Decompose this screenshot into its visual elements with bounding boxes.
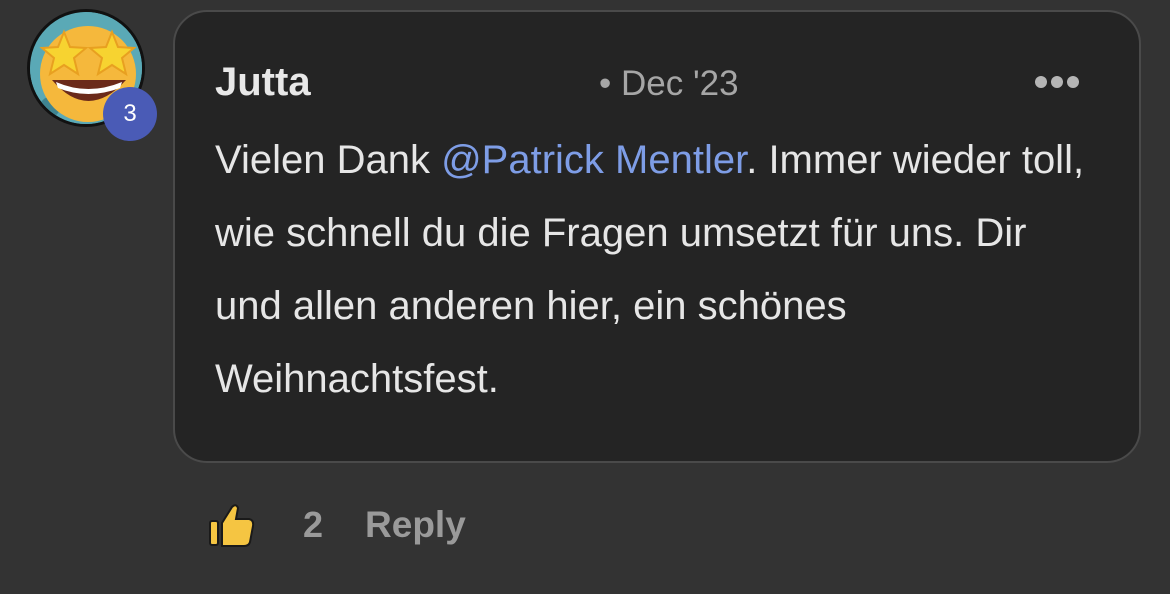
comment-text: Vielen Dank @Patrick Mentler. Immer wied… xyxy=(215,124,1095,416)
comment-date[interactable]: • Dec '23 xyxy=(599,64,739,104)
thumbs-up-icon[interactable] xyxy=(205,499,257,551)
mention-link[interactable]: @Patrick Mentler xyxy=(441,138,746,182)
like-count: 2 xyxy=(303,504,324,545)
comment-text-before: Vielen Dank xyxy=(215,138,442,182)
level-badge: 3 xyxy=(103,87,157,141)
more-horizontal-icon[interactable] xyxy=(1033,72,1081,92)
comment-actions: 2 Reply xyxy=(205,495,466,555)
avatar-container[interactable]: 3 xyxy=(27,9,157,141)
author-name[interactable]: Jutta xyxy=(215,60,311,105)
reply-button[interactable]: Reply xyxy=(365,504,466,546)
comment-bubble: Jutta • Dec '23 Vielen Dank @Patrick Men… xyxy=(173,10,1141,463)
